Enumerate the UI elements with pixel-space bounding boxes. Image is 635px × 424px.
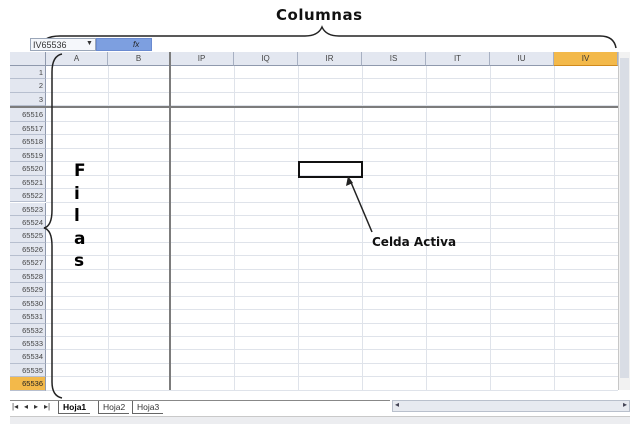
scroll-left-icon[interactable]: ◂ [395, 400, 399, 409]
active-cell-arrow [349, 179, 373, 233]
rows-annotation: Filas [74, 160, 86, 273]
sheet-tab-hoja2[interactable]: Hoja2 [98, 401, 130, 414]
rows-brace [43, 53, 373, 399]
sheet-tab-hoja1[interactable]: Hoja1 [58, 401, 91, 414]
scroll-right-icon[interactable]: ▸ [623, 400, 627, 409]
rows-annotation-letter: a [74, 228, 86, 249]
rows-annotation-letter: i [74, 183, 80, 204]
rows-annotation-letter: l [74, 206, 80, 226]
last-sheet-button[interactable]: ▸| [44, 401, 50, 413]
first-sheet-button[interactable]: |◂ [12, 401, 18, 413]
sheet-tab-hoja3[interactable]: Hoja3 [132, 401, 164, 414]
sheet-tab-bar: |◂ ◂ ▸ ▸| Hoja1 Hoja2 Hoja3 [10, 400, 390, 415]
prev-sheet-button[interactable]: ◂ [24, 401, 28, 413]
active-cell-annotation: Celda Activa [372, 235, 457, 249]
horizontal-scrollbar[interactable]: ◂ ▸ [392, 400, 630, 412]
rows-annotation-letter: s [74, 251, 85, 271]
rows-annotation-letter: F [74, 161, 86, 181]
next-sheet-button[interactable]: ▸ [34, 401, 38, 413]
